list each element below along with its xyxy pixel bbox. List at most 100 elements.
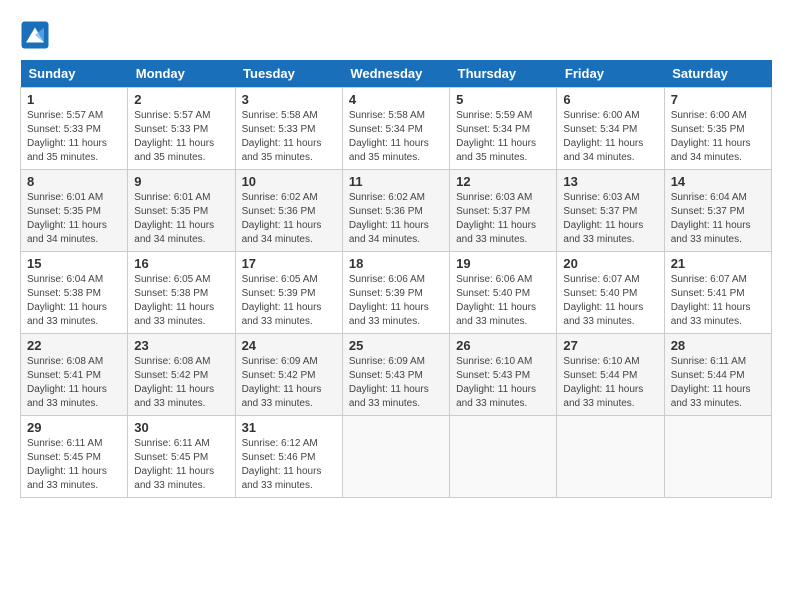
day-header-friday: Friday	[557, 60, 664, 88]
calendar-week-2: 8 Sunrise: 6:01 AMSunset: 5:35 PMDayligh…	[21, 170, 772, 252]
day-number: 29	[27, 420, 121, 435]
day-number: 13	[563, 174, 657, 189]
day-info: Sunrise: 6:12 AMSunset: 5:46 PMDaylight:…	[242, 438, 322, 491]
day-number: 26	[456, 338, 550, 353]
day-number: 12	[456, 174, 550, 189]
calendar-day-14: 14 Sunrise: 6:04 AMSunset: 5:37 PMDaylig…	[664, 170, 771, 252]
day-info: Sunrise: 6:11 AMSunset: 5:45 PMDaylight:…	[27, 438, 107, 491]
day-info: Sunrise: 6:08 AMSunset: 5:42 PMDaylight:…	[134, 356, 214, 409]
calendar-day-8: 8 Sunrise: 6:01 AMSunset: 5:35 PMDayligh…	[21, 170, 128, 252]
day-number: 3	[242, 92, 336, 107]
calendar-day-30: 30 Sunrise: 6:11 AMSunset: 5:45 PMDaylig…	[128, 416, 235, 498]
day-number: 2	[134, 92, 228, 107]
day-number: 25	[349, 338, 443, 353]
day-number: 20	[563, 256, 657, 271]
calendar-day-18: 18 Sunrise: 6:06 AMSunset: 5:39 PMDaylig…	[342, 252, 449, 334]
calendar-day-1: 1 Sunrise: 5:57 AMSunset: 5:33 PMDayligh…	[21, 88, 128, 170]
calendar-day-29: 29 Sunrise: 6:11 AMSunset: 5:45 PMDaylig…	[21, 416, 128, 498]
calendar-day-24: 24 Sunrise: 6:09 AMSunset: 5:42 PMDaylig…	[235, 334, 342, 416]
calendar-day-4: 4 Sunrise: 5:58 AMSunset: 5:34 PMDayligh…	[342, 88, 449, 170]
calendar-header-row: SundayMondayTuesdayWednesdayThursdayFrid…	[21, 60, 772, 88]
calendar-week-1: 1 Sunrise: 5:57 AMSunset: 5:33 PMDayligh…	[21, 88, 772, 170]
calendar-day-11: 11 Sunrise: 6:02 AMSunset: 5:36 PMDaylig…	[342, 170, 449, 252]
day-header-sunday: Sunday	[21, 60, 128, 88]
day-number: 8	[27, 174, 121, 189]
day-info: Sunrise: 6:00 AMSunset: 5:34 PMDaylight:…	[563, 110, 643, 163]
day-info: Sunrise: 5:58 AMSunset: 5:34 PMDaylight:…	[349, 110, 429, 163]
day-info: Sunrise: 6:09 AMSunset: 5:42 PMDaylight:…	[242, 356, 322, 409]
day-number: 30	[134, 420, 228, 435]
calendar-day-6: 6 Sunrise: 6:00 AMSunset: 5:34 PMDayligh…	[557, 88, 664, 170]
day-number: 5	[456, 92, 550, 107]
day-number: 4	[349, 92, 443, 107]
day-number: 24	[242, 338, 336, 353]
day-info: Sunrise: 6:11 AMSunset: 5:44 PMDaylight:…	[671, 356, 751, 409]
day-info: Sunrise: 6:10 AMSunset: 5:43 PMDaylight:…	[456, 356, 536, 409]
empty-cell	[557, 416, 664, 498]
calendar-day-16: 16 Sunrise: 6:05 AMSunset: 5:38 PMDaylig…	[128, 252, 235, 334]
calendar-day-10: 10 Sunrise: 6:02 AMSunset: 5:36 PMDaylig…	[235, 170, 342, 252]
day-number: 15	[27, 256, 121, 271]
day-header-thursday: Thursday	[450, 60, 557, 88]
day-info: Sunrise: 6:01 AMSunset: 5:35 PMDaylight:…	[134, 192, 214, 245]
calendar-day-20: 20 Sunrise: 6:07 AMSunset: 5:40 PMDaylig…	[557, 252, 664, 334]
calendar-week-3: 15 Sunrise: 6:04 AMSunset: 5:38 PMDaylig…	[21, 252, 772, 334]
day-info: Sunrise: 6:04 AMSunset: 5:38 PMDaylight:…	[27, 274, 107, 327]
day-number: 21	[671, 256, 765, 271]
day-info: Sunrise: 6:11 AMSunset: 5:45 PMDaylight:…	[134, 438, 214, 491]
day-header-tuesday: Tuesday	[235, 60, 342, 88]
day-info: Sunrise: 5:57 AMSunset: 5:33 PMDaylight:…	[134, 110, 214, 163]
calendar-day-13: 13 Sunrise: 6:03 AMSunset: 5:37 PMDaylig…	[557, 170, 664, 252]
day-header-saturday: Saturday	[664, 60, 771, 88]
day-info: Sunrise: 6:06 AMSunset: 5:39 PMDaylight:…	[349, 274, 429, 327]
empty-cell	[664, 416, 771, 498]
calendar-week-5: 29 Sunrise: 6:11 AMSunset: 5:45 PMDaylig…	[21, 416, 772, 498]
day-number: 14	[671, 174, 765, 189]
calendar-day-25: 25 Sunrise: 6:09 AMSunset: 5:43 PMDaylig…	[342, 334, 449, 416]
day-number: 22	[27, 338, 121, 353]
day-number: 23	[134, 338, 228, 353]
header	[20, 20, 772, 50]
logo-icon	[20, 20, 50, 50]
calendar-day-27: 27 Sunrise: 6:10 AMSunset: 5:44 PMDaylig…	[557, 334, 664, 416]
calendar-day-2: 2 Sunrise: 5:57 AMSunset: 5:33 PMDayligh…	[128, 88, 235, 170]
day-info: Sunrise: 5:58 AMSunset: 5:33 PMDaylight:…	[242, 110, 322, 163]
calendar-day-17: 17 Sunrise: 6:05 AMSunset: 5:39 PMDaylig…	[235, 252, 342, 334]
day-info: Sunrise: 6:02 AMSunset: 5:36 PMDaylight:…	[349, 192, 429, 245]
day-info: Sunrise: 6:05 AMSunset: 5:38 PMDaylight:…	[134, 274, 214, 327]
day-number: 10	[242, 174, 336, 189]
calendar-day-19: 19 Sunrise: 6:06 AMSunset: 5:40 PMDaylig…	[450, 252, 557, 334]
calendar-day-31: 31 Sunrise: 6:12 AMSunset: 5:46 PMDaylig…	[235, 416, 342, 498]
calendar-table: SundayMondayTuesdayWednesdayThursdayFrid…	[20, 60, 772, 498]
calendar-day-12: 12 Sunrise: 6:03 AMSunset: 5:37 PMDaylig…	[450, 170, 557, 252]
day-info: Sunrise: 6:09 AMSunset: 5:43 PMDaylight:…	[349, 356, 429, 409]
day-info: Sunrise: 6:07 AMSunset: 5:40 PMDaylight:…	[563, 274, 643, 327]
day-number: 17	[242, 256, 336, 271]
day-info: Sunrise: 6:07 AMSunset: 5:41 PMDaylight:…	[671, 274, 751, 327]
empty-cell	[342, 416, 449, 498]
day-header-wednesday: Wednesday	[342, 60, 449, 88]
day-number: 6	[563, 92, 657, 107]
day-info: Sunrise: 5:59 AMSunset: 5:34 PMDaylight:…	[456, 110, 536, 163]
day-number: 9	[134, 174, 228, 189]
calendar-day-9: 9 Sunrise: 6:01 AMSunset: 5:35 PMDayligh…	[128, 170, 235, 252]
calendar-day-3: 3 Sunrise: 5:58 AMSunset: 5:33 PMDayligh…	[235, 88, 342, 170]
calendar-day-5: 5 Sunrise: 5:59 AMSunset: 5:34 PMDayligh…	[450, 88, 557, 170]
calendar-day-28: 28 Sunrise: 6:11 AMSunset: 5:44 PMDaylig…	[664, 334, 771, 416]
calendar-day-22: 22 Sunrise: 6:08 AMSunset: 5:41 PMDaylig…	[21, 334, 128, 416]
day-number: 7	[671, 92, 765, 107]
calendar-day-26: 26 Sunrise: 6:10 AMSunset: 5:43 PMDaylig…	[450, 334, 557, 416]
day-info: Sunrise: 6:06 AMSunset: 5:40 PMDaylight:…	[456, 274, 536, 327]
day-info: Sunrise: 6:03 AMSunset: 5:37 PMDaylight:…	[456, 192, 536, 245]
day-header-monday: Monday	[128, 60, 235, 88]
day-number: 19	[456, 256, 550, 271]
calendar-day-23: 23 Sunrise: 6:08 AMSunset: 5:42 PMDaylig…	[128, 334, 235, 416]
day-info: Sunrise: 6:05 AMSunset: 5:39 PMDaylight:…	[242, 274, 322, 327]
day-info: Sunrise: 6:00 AMSunset: 5:35 PMDaylight:…	[671, 110, 751, 163]
day-info: Sunrise: 6:02 AMSunset: 5:36 PMDaylight:…	[242, 192, 322, 245]
day-number: 28	[671, 338, 765, 353]
logo	[20, 20, 54, 50]
day-info: Sunrise: 6:01 AMSunset: 5:35 PMDaylight:…	[27, 192, 107, 245]
day-number: 18	[349, 256, 443, 271]
day-info: Sunrise: 6:08 AMSunset: 5:41 PMDaylight:…	[27, 356, 107, 409]
